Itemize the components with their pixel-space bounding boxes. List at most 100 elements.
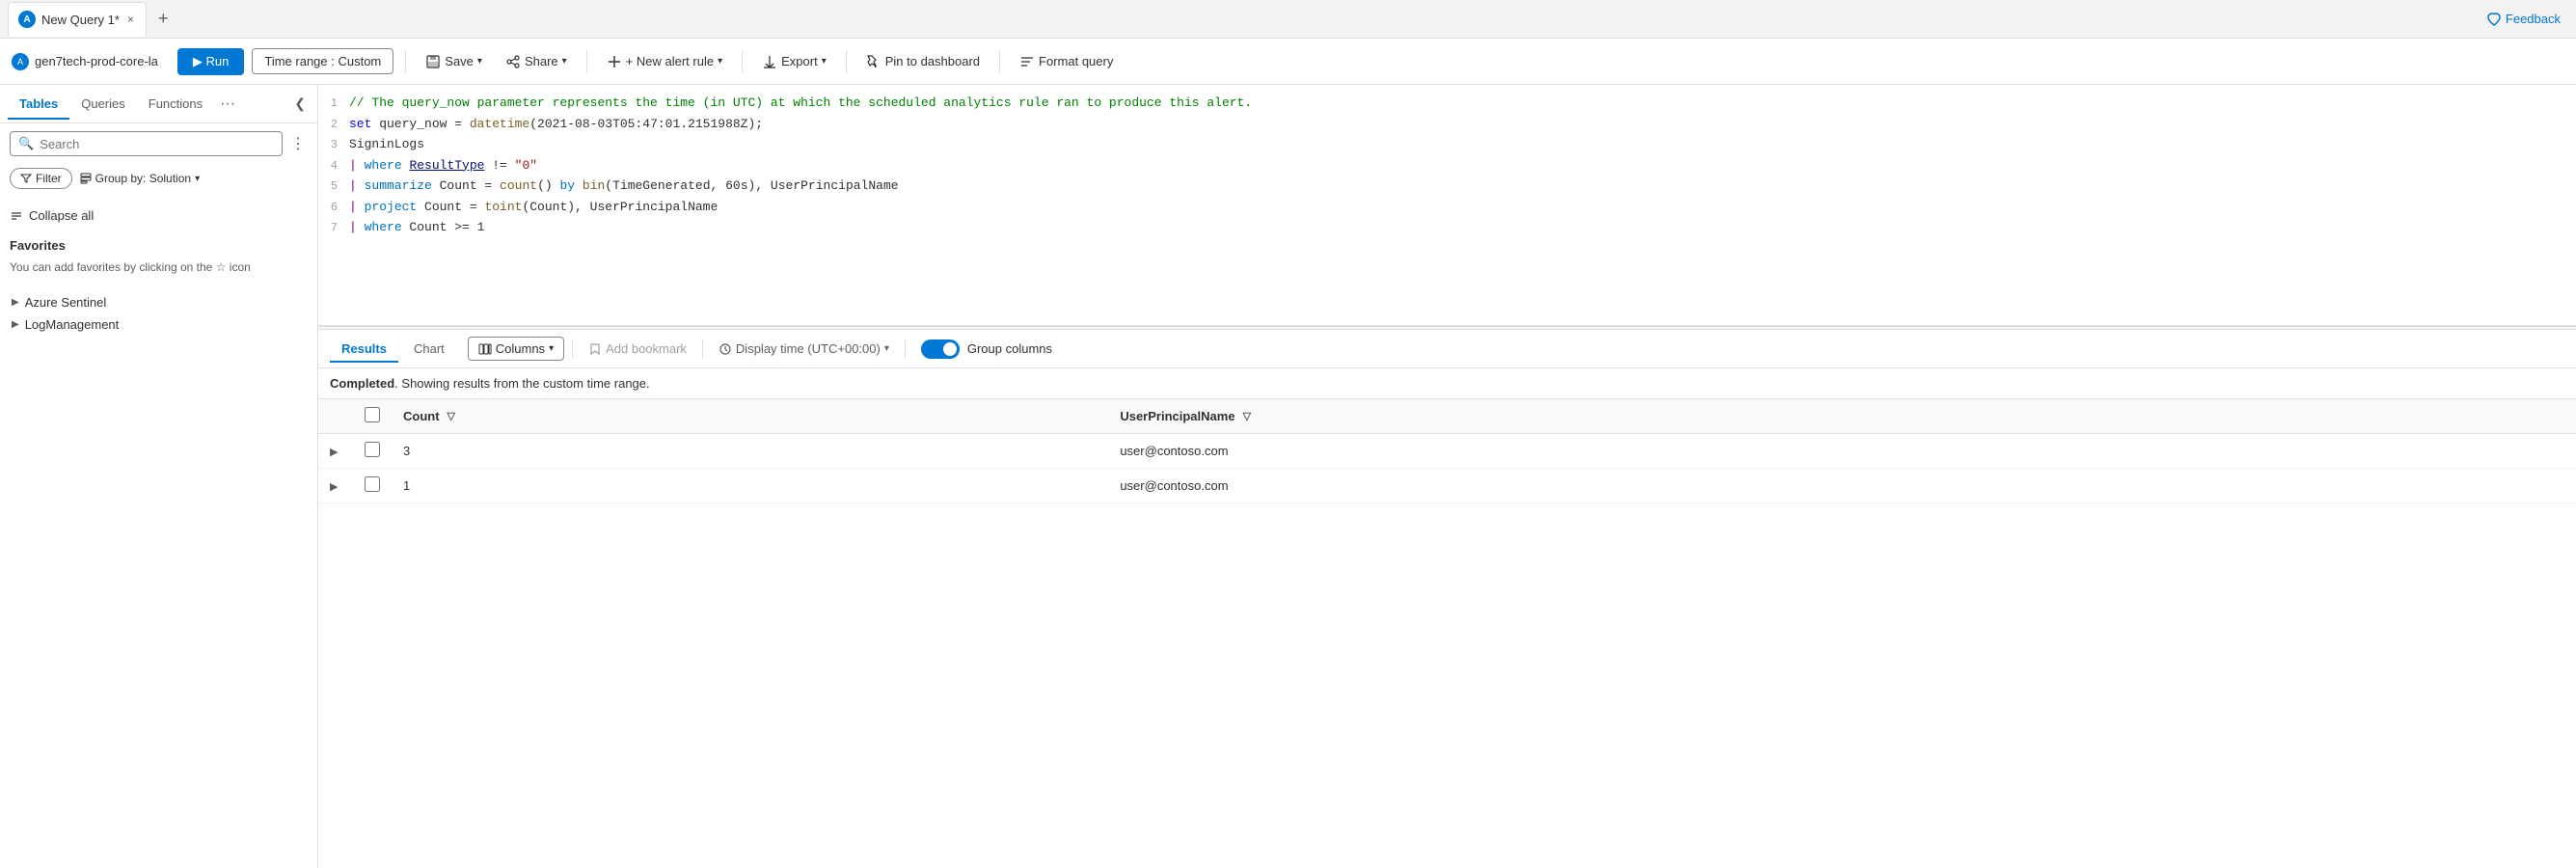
workspace-label: gen7tech-prod-core-la [35,54,158,68]
save-chevron: ▾ [477,56,482,67]
run-btn[interactable]: ▶ Run [177,48,244,75]
share-chevron: ▾ [562,56,567,67]
results-toolbar: Results Chart Columns ▾ [318,330,2576,368]
editor-panel: 1 // The query_now parameter represents … [318,85,2576,868]
format-btn[interactable]: Format query [1012,49,1121,74]
sidebar-tab-functions[interactable]: Functions [137,89,214,119]
clock-icon [719,342,732,356]
pin-btn[interactable]: Pin to dashboard [858,49,988,74]
group-by-btn[interactable]: Group by: Solution ▾ [80,172,200,185]
active-tab[interactable]: A New Query 1* × [8,2,147,37]
sep1 [405,50,406,73]
status-detail: . Showing results from the custom time r… [394,376,649,391]
code-content-6: | project Count = toint(Count), UserPrin… [349,198,2576,217]
columns-chevron: ▾ [549,343,554,354]
row2-expand[interactable]: ▶ [318,469,353,503]
line-num-6: 6 [318,198,349,216]
code-content-3: SigninLogs [349,135,2576,154]
line-num-3: 3 [318,135,349,153]
tree-item-log-management[interactable]: ▶ LogManagement [10,313,308,336]
search-box: 🔍 [10,131,283,156]
code-line-1: 1 // The query_now parameter represents … [318,93,2576,114]
sep4 [846,50,847,73]
line-num-7: 7 [318,218,349,236]
tree-item-azure-sentinel[interactable]: ▶ Azure Sentinel [10,291,308,313]
code-content-5: | summarize Count = count() by bin(TimeG… [349,176,2576,196]
row2-expand-icon[interactable]: ▶ [330,481,338,493]
results-tab-results[interactable]: Results [330,336,398,362]
code-line-7: 7 | where Count >= 1 [318,217,2576,238]
line-num-2: 2 [318,115,349,133]
search-options-btn[interactable]: ⋮ [288,132,308,155]
export-btn[interactable]: Export ▾ [754,49,834,74]
code-editor[interactable]: 1 // The query_now parameter represents … [318,85,2576,326]
sidebar-tab-tables[interactable]: Tables [8,89,69,119]
count-filter-icon[interactable]: ▽ [447,410,455,422]
group-columns-toggle[interactable] [921,339,960,359]
filter-btn[interactable]: Filter [10,168,72,189]
row1-expand[interactable]: ▶ [318,434,353,469]
results-tab-chart[interactable]: Chart [402,336,456,362]
status-completed: Completed [330,376,394,391]
bookmark-btn[interactable]: Add bookmark [581,338,694,360]
th-count: Count ▽ [392,399,1108,434]
row2-checkbox[interactable] [365,476,380,492]
share-btn[interactable]: Share ▾ [498,49,575,74]
tree-label-log-management: LogManagement [25,317,120,332]
th-checkbox [353,399,392,434]
results-sep3 [905,339,906,359]
code-line-2: 2 set query_now = datetime(2021-08-03T05… [318,114,2576,135]
sep3 [742,50,743,73]
code-line-4: 4 | where ResultType != "0" [318,155,2576,176]
search-input[interactable] [40,137,274,151]
row1-checkbox-cell [353,434,392,469]
feedback-label: Feedback [2506,12,2561,26]
select-all-checkbox[interactable] [365,407,380,422]
row2-count: 1 [392,469,1108,503]
results-status: Completed. Showing results from the cust… [318,368,2576,399]
tree-arrow-log-management: ▶ [12,319,19,330]
save-btn[interactable]: Save ▾ [418,49,490,74]
group-columns-container: Group columns [921,339,1052,359]
time-range-label: Time range : Custom [264,54,381,68]
alert-chevron: ▾ [718,56,722,67]
new-tab-btn[interactable]: + [150,5,176,33]
time-range-btn[interactable]: Time range : Custom [252,48,393,74]
sidebar-tab-queries[interactable]: Queries [69,89,137,119]
sidebar-collapse-btn[interactable]: ❮ [290,92,310,116]
save-label: Save [445,54,474,68]
row1-checkbox[interactable] [365,442,380,457]
columns-btn[interactable]: Columns ▾ [468,337,564,361]
table-header-row: Count ▽ UserPrincipalName ▽ [318,399,2576,434]
sidebar-tabs: Tables Queries Functions ··· ❮ [0,85,317,123]
main-layout: Tables Queries Functions ··· ❮ 🔍 ⋮ [0,85,2576,868]
filter-label: Filter [36,172,62,185]
bookmark-icon [588,342,602,356]
row1-expand-icon[interactable]: ▶ [330,447,338,458]
toolbar: A gen7tech-prod-core-la ▶ Run Time range… [0,39,2576,85]
tab-close-btn[interactable]: × [125,11,136,28]
tab-functions-label: Functions [149,96,203,111]
sidebar-more-btn[interactable]: ··· [214,92,241,117]
collapse-all-icon [10,209,23,223]
favorites-hint: You can add favorites by clicking on the… [10,258,308,276]
sidebar-content: Collapse all Favorites You can add favor… [0,197,317,868]
tree-label-azure-sentinel: Azure Sentinel [25,295,107,310]
collapse-all-btn[interactable]: Collapse all [10,204,94,227]
export-icon [762,54,777,69]
export-chevron: ▾ [822,56,827,67]
sidebar-actions: Filter Group by: Solution ▾ [0,164,317,197]
user-filter-icon[interactable]: ▽ [1243,410,1251,422]
code-line-3: 3 SigninLogs [318,134,2576,155]
display-time-btn[interactable]: Display time (UTC+00:00) ▾ [711,338,897,360]
workspace-icon: A [12,53,29,70]
table-row: ▶ 3 user@contoso.com [318,434,2576,469]
alert-icon [607,54,622,69]
columns-label: Columns [496,341,545,356]
new-alert-btn[interactable]: + New alert rule ▾ [599,49,730,74]
line-num-5: 5 [318,176,349,195]
favorites-heading: Favorites [10,238,308,253]
export-label: Export [781,54,818,68]
feedback-btn[interactable]: Feedback [2479,8,2568,31]
row2-user: user@contoso.com [1108,469,2576,503]
